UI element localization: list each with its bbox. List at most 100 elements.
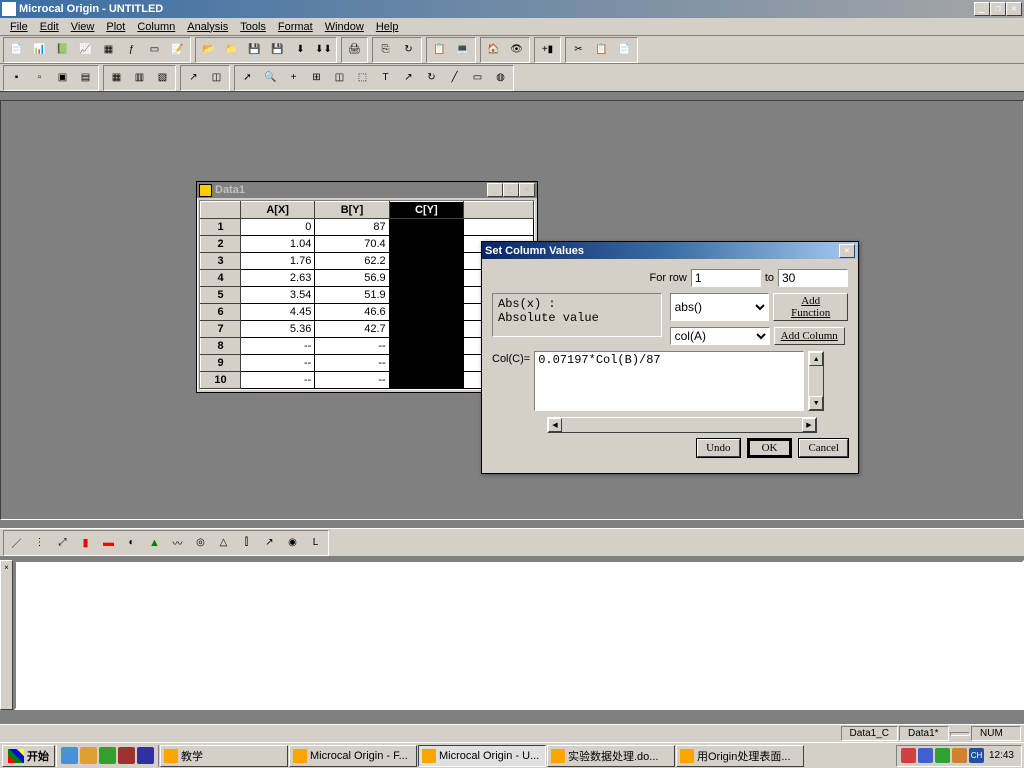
open-template-button[interactable]: 📁 (220, 39, 243, 61)
highlow-plot-button[interactable]: ⫿ (235, 532, 258, 554)
ternary-plot-button[interactable]: △ (212, 532, 235, 554)
ok-button[interactable]: OK (748, 439, 792, 457)
new-matrix-button[interactable]: ▦ (97, 39, 120, 61)
cell-b[interactable]: 87 (315, 219, 389, 236)
formula-scrollbar-v[interactable]: ▲▼ (808, 351, 824, 411)
add-function-button[interactable]: Add Function (773, 293, 848, 321)
layer-tool-2[interactable]: ▫ (28, 67, 51, 89)
row-header[interactable]: 4 (201, 270, 241, 287)
cell-c[interactable] (389, 372, 463, 389)
line-symbol-plot-button[interactable]: ⤢ (51, 532, 74, 554)
quicklaunch-app3-icon[interactable] (137, 747, 154, 764)
menu-plot[interactable]: Plot (100, 20, 131, 34)
column-select[interactable]: col(A) (670, 327, 770, 345)
new-layout-button[interactable]: ▭ (143, 39, 166, 61)
region-tool[interactable]: ◍ (489, 67, 512, 89)
new-graph-button[interactable]: 📈 (74, 39, 97, 61)
row-header[interactable]: 7 (201, 321, 241, 338)
cell-a[interactable]: -- (241, 355, 315, 372)
quicklaunch-app1-icon[interactable] (99, 747, 116, 764)
cancel-button[interactable]: Cancel (799, 439, 848, 457)
script-window-button[interactable]: 💻 (451, 39, 474, 61)
cut-button[interactable]: ✂ (567, 39, 590, 61)
cell-b[interactable]: -- (315, 355, 389, 372)
open-button[interactable]: 📂 (197, 39, 220, 61)
add-column-button[interactable]: +▮ (536, 39, 559, 61)
cell-c[interactable] (389, 253, 463, 270)
add-column-button[interactable]: Add Column (774, 327, 845, 345)
formula-input[interactable]: 0.07197*Col(B)/87 (534, 351, 804, 411)
tray-av-icon[interactable] (935, 748, 950, 763)
formula-scrollbar-h[interactable]: ◀▶ (547, 417, 817, 433)
duplicate-button[interactable]: ⎘ (374, 39, 397, 61)
extract-button[interactable]: ↗ (182, 67, 205, 89)
cell-c[interactable] (389, 270, 463, 287)
menu-edit[interactable]: Edit (34, 20, 65, 34)
area-plot-button[interactable]: ▲ (143, 532, 166, 554)
cell-a[interactable]: 1.04 (241, 236, 315, 253)
template-plot-button[interactable]: L (304, 532, 327, 554)
dialog-close-button[interactable]: ✕ (839, 244, 855, 258)
col-header-c[interactable]: C[Y] (389, 202, 463, 219)
menu-format[interactable]: Format (272, 20, 319, 34)
save-button[interactable]: 💾 (243, 39, 266, 61)
corner-cell[interactable] (201, 202, 241, 219)
text-tool[interactable]: T (374, 67, 397, 89)
menu-help[interactable]: Help (370, 20, 405, 34)
cell-c[interactable] (389, 321, 463, 338)
cell-a[interactable]: 2.63 (241, 270, 315, 287)
row-header[interactable]: 8 (201, 338, 241, 355)
cell-a[interactable]: -- (241, 338, 315, 355)
menu-analysis[interactable]: Analysis (181, 20, 234, 34)
copy-button[interactable]: 📋 (590, 39, 613, 61)
quicklaunch-ie-icon[interactable] (61, 747, 78, 764)
restore-button[interactable]: ❐ (990, 2, 1006, 16)
function-select[interactable]: abs() (670, 293, 770, 321)
taskbar-task-button[interactable]: Microcal Origin - U... (418, 745, 546, 767)
menu-column[interactable]: Column (131, 20, 181, 34)
quicklaunch-desktop-icon[interactable] (80, 747, 97, 764)
new-worksheet-button[interactable]: 📊 (28, 39, 51, 61)
tray-network-icon[interactable] (918, 748, 933, 763)
cell-c[interactable] (389, 219, 463, 236)
arrange-2[interactable]: ▥ (128, 67, 151, 89)
print-button[interactable]: 🖨 (343, 39, 366, 61)
row-header[interactable]: 2 (201, 236, 241, 253)
cell-a[interactable]: 4.45 (241, 304, 315, 321)
cell-c[interactable] (389, 355, 463, 372)
cell-b[interactable]: -- (315, 372, 389, 389)
cell-b[interactable]: 46.6 (315, 304, 389, 321)
row-header[interactable]: 3 (201, 253, 241, 270)
row-header[interactable]: 10 (201, 372, 241, 389)
menu-view[interactable]: View (65, 20, 101, 34)
new-notes-button[interactable]: 📝 (166, 39, 189, 61)
worksheet-close-button[interactable]: ✕ (519, 183, 535, 197)
layer-tool-1[interactable]: ▪ (5, 67, 28, 89)
taskbar-task-button[interactable]: 教学 (160, 745, 288, 767)
cell-b[interactable]: 51.9 (315, 287, 389, 304)
row-header[interactable]: 9 (201, 355, 241, 372)
cell-b[interactable]: 56.9 (315, 270, 389, 287)
pointer-tool[interactable]: ➚ (236, 67, 259, 89)
cell-b[interactable]: 62.2 (315, 253, 389, 270)
arrange-1[interactable]: ▦ (105, 67, 128, 89)
start-button[interactable]: 开始 (2, 745, 55, 767)
view-button[interactable]: 👁 (505, 39, 528, 61)
column-plot-button[interactable]: ▮ (74, 532, 97, 554)
row-to-input[interactable] (778, 269, 848, 287)
project-explorer-button[interactable]: 🏠 (482, 39, 505, 61)
quicklaunch-app2-icon[interactable] (118, 747, 135, 764)
cell-a[interactable]: 0 (241, 219, 315, 236)
new-excel-button[interactable]: 📗 (51, 39, 74, 61)
line-tool[interactable]: ╱ (443, 67, 466, 89)
smith-plot-button[interactable]: ◉ (281, 532, 304, 554)
cell-a[interactable]: 5.36 (241, 321, 315, 338)
tray-shield-icon[interactable] (901, 748, 916, 763)
import-multi-button[interactable]: ⬇⬇ (312, 39, 335, 61)
menu-window[interactable]: Window (319, 20, 370, 34)
polar-plot-button[interactable]: ◎ (189, 532, 212, 554)
merge-button[interactable]: ◫ (205, 67, 228, 89)
mask-tool[interactable]: ⬚ (351, 67, 374, 89)
row-header[interactable]: 5 (201, 287, 241, 304)
layer-tool-4[interactable]: ▤ (74, 67, 97, 89)
